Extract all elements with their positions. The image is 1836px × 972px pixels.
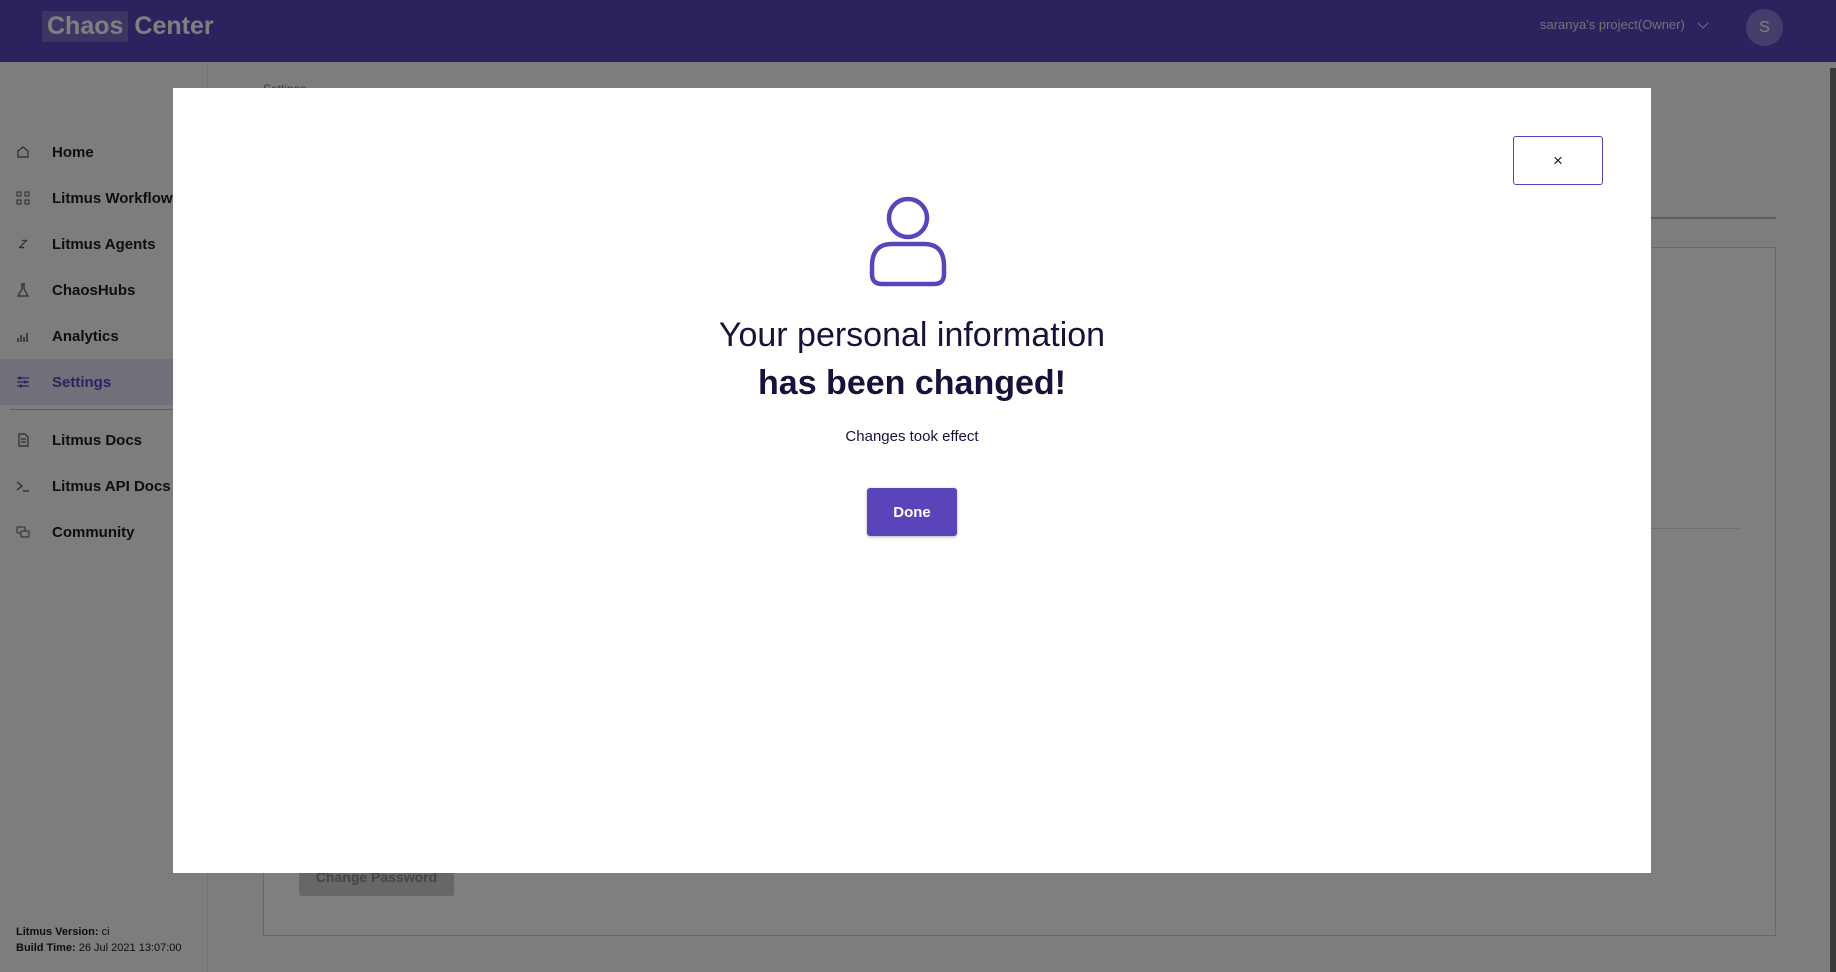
modal-subtitle: Changes took effect <box>845 428 979 445</box>
user-icon <box>868 196 948 288</box>
success-modal: × Your personal information has been cha… <box>173 88 1651 873</box>
scrollbar[interactable] <box>1830 68 1836 972</box>
done-button[interactable]: Done <box>867 488 957 536</box>
modal-title-line2: has been changed! <box>758 364 1066 402</box>
modal-title-line1: Your personal information <box>718 316 1106 354</box>
close-button[interactable]: × <box>1513 136 1603 185</box>
